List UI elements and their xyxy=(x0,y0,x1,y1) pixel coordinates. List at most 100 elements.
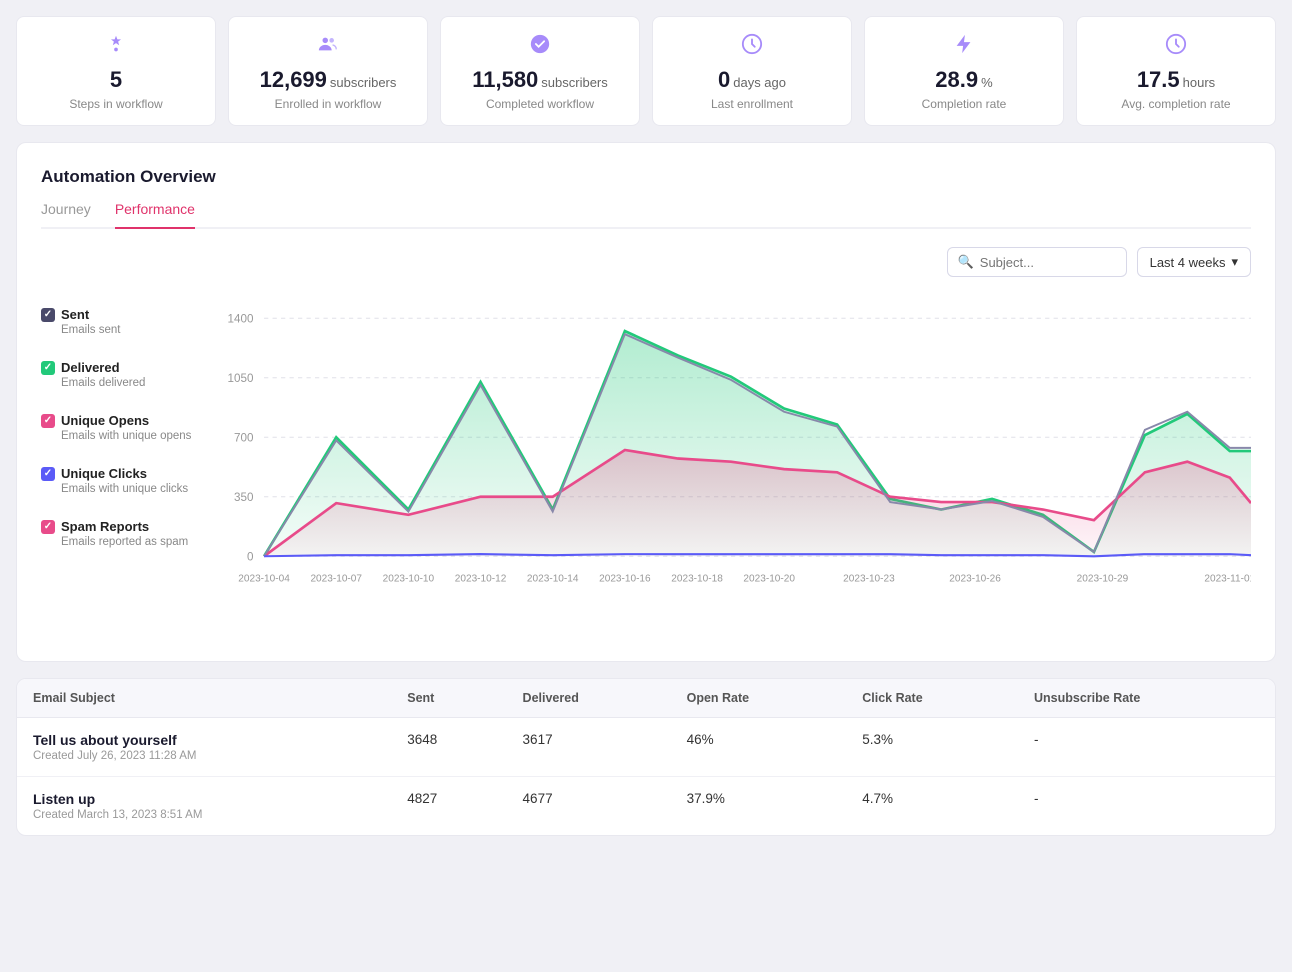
svg-text:1400: 1400 xyxy=(227,313,253,326)
period-dropdown[interactable]: Last 4 weeks ▾ xyxy=(1137,247,1251,277)
row-0-col-2: 46% xyxy=(671,718,847,777)
panel-title: Automation Overview xyxy=(41,167,1251,187)
svg-text:2023-10-10: 2023-10-10 xyxy=(383,574,435,585)
legend-checkbox-sent[interactable]: ✓ xyxy=(41,308,55,322)
stat-value-completed: 11,580subscribers xyxy=(472,67,608,93)
legend-desc-spam_reports: Emails reported as spam xyxy=(61,536,195,548)
stats-row: 5 Steps in workflow 12,699subscribers Enrol… xyxy=(16,16,1276,126)
legend-checkbox-spam_reports[interactable]: ✓ xyxy=(41,520,55,534)
legend-checkbox-delivered[interactable]: ✓ xyxy=(41,361,55,375)
legend-desc-sent: Emails sent xyxy=(61,324,195,336)
stat-card-last_enrollment: 0days ago Last enrollment xyxy=(652,16,852,126)
svg-text:2023-10-16: 2023-10-16 xyxy=(599,574,651,585)
svg-text:350: 350 xyxy=(234,491,254,504)
svg-text:2023-10-12: 2023-10-12 xyxy=(455,574,507,585)
row-1-subject: Listen upCreated March 13, 2023 8:51 AM xyxy=(17,777,391,836)
stat-label-steps: Steps in workflow xyxy=(69,97,162,111)
filter-row: 🔍 Last 4 weeks ▾ xyxy=(41,247,1251,277)
row-1-col-4: - xyxy=(1018,777,1275,836)
table-header-row: Email SubjectSentDeliveredOpen RateClick… xyxy=(17,679,1275,718)
legend-desc-unique_clicks: Emails with unique clicks xyxy=(61,483,195,495)
svg-text:0: 0 xyxy=(247,551,254,564)
table-header-click-rate: Click Rate xyxy=(846,679,1018,718)
legend-item-unique_opens: ✓ Unique Opens Emails with unique opens xyxy=(41,413,195,442)
row-0-col-3: 5.3% xyxy=(846,718,1018,777)
stat-icon-completion_rate xyxy=(953,33,975,61)
stat-icon-last_enrollment xyxy=(741,33,763,61)
table-header-delivered: Delivered xyxy=(507,679,671,718)
stat-label-last_enrollment: Last enrollment xyxy=(711,97,793,111)
svg-text:2023-10-20: 2023-10-20 xyxy=(743,574,795,585)
row-1-col-3: 4.7% xyxy=(846,777,1018,836)
stat-card-steps: 5 Steps in workflow xyxy=(16,16,216,126)
search-input[interactable] xyxy=(980,255,1116,270)
legend-label-sent: Sent xyxy=(61,307,89,322)
row-1-col-2: 37.9% xyxy=(671,777,847,836)
stat-label-completion_rate: Completion rate xyxy=(922,97,1007,111)
legend-header-delivered: ✓ Delivered xyxy=(41,360,195,375)
stat-card-enrolled: 12,699subscribers Enrolled in workflow xyxy=(228,16,428,126)
row-0-col-4: - xyxy=(1018,718,1275,777)
legend-header-unique_clicks: ✓ Unique Clicks xyxy=(41,466,195,481)
svg-text:2023-10-26: 2023-10-26 xyxy=(949,574,1001,585)
legend-header-unique_opens: ✓ Unique Opens xyxy=(41,413,195,428)
stat-label-completed: Completed workflow xyxy=(486,97,594,111)
legend-desc-unique_opens: Emails with unique opens xyxy=(61,430,195,442)
svg-text:2023-10-23: 2023-10-23 xyxy=(843,574,895,585)
stat-label-enrolled: Enrolled in workflow xyxy=(275,97,382,111)
stat-value-enrolled: 12,699subscribers xyxy=(260,67,397,93)
svg-text:2023-10-04: 2023-10-04 xyxy=(238,574,290,585)
chart-section: ✓ Sent Emails sent ✓ Delivered Emails deliver… xyxy=(41,297,1251,637)
stat-icon-avg_completion xyxy=(1165,33,1187,61)
table-row: Listen upCreated March 13, 2023 8:51 AM4… xyxy=(17,777,1275,836)
tab-performance[interactable]: Performance xyxy=(115,201,195,229)
legend-item-spam_reports: ✓ Spam Reports Emails reported as spam xyxy=(41,519,195,548)
tab-journey[interactable]: Journey xyxy=(41,201,91,229)
stat-card-completed: 11,580subscribers Completed workflow xyxy=(440,16,640,126)
table-header-email-subject: Email Subject xyxy=(17,679,391,718)
stat-card-avg_completion: 17.5hoursAvg. completion rate xyxy=(1076,16,1276,126)
row-1-col-0: 4827 xyxy=(391,777,506,836)
table-body: Tell us about yourselfCreated July 26, 2… xyxy=(17,718,1275,836)
legend-item-unique_clicks: ✓ Unique Clicks Emails with unique clicks xyxy=(41,466,195,495)
legend-label-unique_clicks: Unique Clicks xyxy=(61,466,147,481)
svg-text:2023-10-18: 2023-10-18 xyxy=(671,574,723,585)
chart-area: 1400 1050 700 350 0 xyxy=(211,297,1251,637)
tab-row: Journey Performance xyxy=(41,201,1251,229)
svg-text:700: 700 xyxy=(234,432,254,445)
row-1-col-1: 4677 xyxy=(507,777,671,836)
legend-item-sent: ✓ Sent Emails sent xyxy=(41,307,195,336)
table-header-open-rate: Open Rate xyxy=(671,679,847,718)
legend-label-spam_reports: Spam Reports xyxy=(61,519,149,534)
row-0-col-1: 3617 xyxy=(507,718,671,777)
legend-checkbox-unique_opens[interactable]: ✓ xyxy=(41,414,55,428)
legend-checkbox-unique_clicks[interactable]: ✓ xyxy=(41,467,55,481)
row-0-col-0: 3648 xyxy=(391,718,506,777)
table-header-sent: Sent xyxy=(391,679,506,718)
stat-icon-enrolled xyxy=(317,33,339,61)
stat-label-avg_completion: Avg. completion rate xyxy=(1121,97,1230,111)
stat-icon-completed xyxy=(529,33,551,61)
legend-header-sent: ✓ Sent xyxy=(41,307,195,322)
legend-desc-delivered: Emails delivered xyxy=(61,377,195,389)
svg-text:2023-10-14: 2023-10-14 xyxy=(527,574,579,585)
svg-text:2023-11-01: 2023-11-01 xyxy=(1204,574,1251,585)
legend-label-delivered: Delivered xyxy=(61,360,120,375)
legend-item-delivered: ✓ Delivered Emails delivered xyxy=(41,360,195,389)
stat-value-last_enrollment: 0days ago xyxy=(718,67,786,93)
stat-icon-steps xyxy=(105,33,127,61)
legend-label-unique_opens: Unique Opens xyxy=(61,413,149,428)
automation-overview-panel: Automation Overview Journey Performance … xyxy=(16,142,1276,662)
stat-value-steps: 5 xyxy=(110,67,122,93)
table-row: Tell us about yourselfCreated July 26, 2… xyxy=(17,718,1275,777)
svg-text:2023-10-29: 2023-10-29 xyxy=(1077,574,1129,585)
search-box[interactable]: 🔍 xyxy=(947,247,1127,277)
stat-value-completion_rate: 28.9% xyxy=(935,67,992,93)
legend-column: ✓ Sent Emails sent ✓ Delivered Emails deliver… xyxy=(41,297,211,637)
table-panel: Email SubjectSentDeliveredOpen RateClick… xyxy=(16,678,1276,836)
table-header-unsubscribe-rate: Unsubscribe Rate xyxy=(1018,679,1275,718)
chart-svg: 1400 1050 700 350 0 xyxy=(211,297,1251,637)
row-0-subject: Tell us about yourselfCreated July 26, 2… xyxy=(17,718,391,777)
chevron-down-icon: ▾ xyxy=(1231,254,1238,270)
email-table: Email SubjectSentDeliveredOpen RateClick… xyxy=(17,679,1275,835)
